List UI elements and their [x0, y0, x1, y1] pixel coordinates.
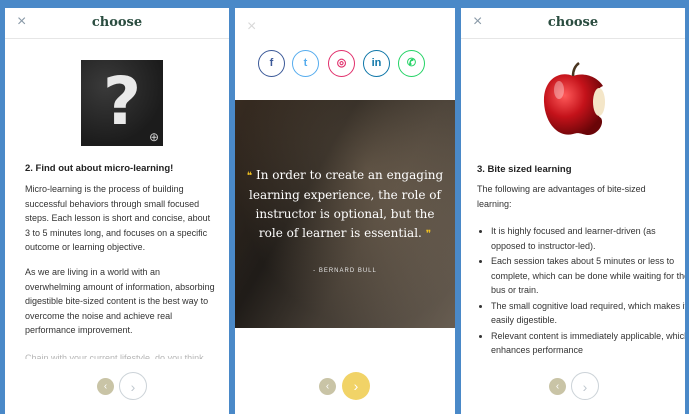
faded-paragraph: Chain with your current lifestyle, do yo…: [25, 353, 204, 359]
section-heading: 2. Find out about micro-learning!: [25, 163, 174, 174]
next-button[interactable]: ›: [342, 372, 370, 400]
list-item: The small cognitive load required, which…: [491, 299, 685, 328]
paragraph-2: As we are living in a world with an over…: [25, 267, 215, 335]
list-item: It is highly focused and learner-driven …: [491, 224, 685, 253]
instagram-icon[interactable]: ◎: [328, 50, 355, 77]
header-bar: × choose: [5, 8, 229, 39]
intro-paragraph: The following are advantages of bite-siz…: [477, 184, 646, 209]
paragraph-1: Micro-learning is the process of buildin…: [25, 184, 211, 252]
whatsapp-icon[interactable]: ✆: [398, 50, 425, 77]
facebook-icon[interactable]: f: [258, 50, 285, 77]
header-bar: × choose: [461, 8, 685, 39]
apple-image: [543, 62, 605, 136]
page-title: choose: [547, 15, 599, 30]
twitter-icon[interactable]: t: [292, 50, 319, 77]
pager: ‹ ›: [461, 372, 685, 402]
linkedin-icon[interactable]: in: [363, 50, 390, 77]
next-button[interactable]: ›: [119, 372, 147, 400]
quote-text-block: ❝ In order to create an engaging learnin…: [243, 166, 447, 244]
next-button[interactable]: ›: [571, 372, 599, 400]
close-icon[interactable]: ×: [247, 18, 256, 36]
quote-author: - BERNARD BULL: [313, 268, 377, 274]
pager: ‹ ›: [5, 372, 229, 402]
prev-button[interactable]: ‹: [549, 378, 566, 395]
quote-text: In order to create an engaging learning …: [249, 168, 444, 240]
screen-panel-3: × choose 3. Bite sized learning The foll…: [461, 8, 685, 414]
zoom-icon[interactable]: ⊕: [149, 130, 159, 144]
list-item: Relevant content is immediately applicab…: [491, 329, 685, 358]
quote-background-image: ❝ In order to create an engaging learnin…: [235, 100, 455, 328]
page-title: choose: [91, 15, 143, 30]
advantages-list: It is highly focused and learner-driven …: [475, 224, 685, 359]
section-heading: 3. Bite sized learning: [477, 164, 572, 175]
screen-panel-2: × f t ◎ in ✆ ❝ In order to create an eng…: [235, 8, 455, 414]
question-mark-image: ? ⊕: [81, 60, 163, 146]
screen-panel-1: × choose ? ⊕ 2. Find out about micro-lea…: [5, 8, 229, 414]
prev-button[interactable]: ‹: [97, 378, 114, 395]
open-quote-icon: ❝: [246, 171, 253, 182]
prev-button[interactable]: ‹: [319, 378, 336, 395]
list-item: Each session takes about 5 minutes or le…: [491, 254, 685, 298]
close-quote-icon: ❞: [425, 229, 432, 240]
pager: ‹ ›: [235, 372, 455, 402]
